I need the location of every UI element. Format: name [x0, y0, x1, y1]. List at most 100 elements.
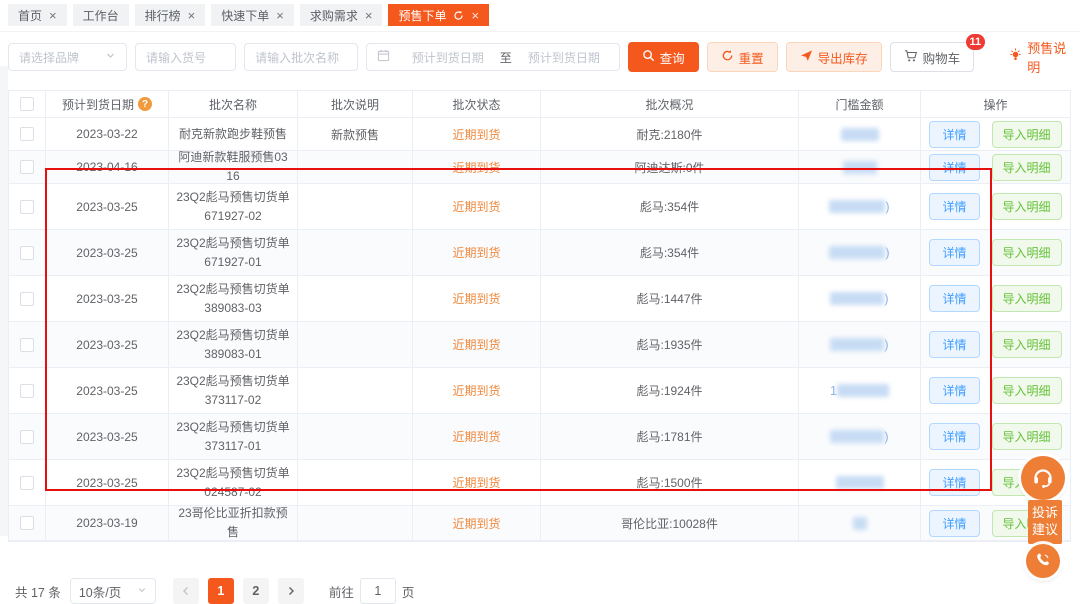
date-range-input[interactable]: 预计到货日期 至 预计到货日期	[366, 43, 620, 71]
import-detail-button[interactable]: 导入明细	[992, 239, 1062, 266]
import-detail-button[interactable]: 导入明细	[992, 331, 1062, 358]
search-button[interactable]: 查询	[628, 42, 699, 72]
row-checkbox-cell	[9, 230, 46, 275]
import-detail-button[interactable]: 导入明细	[992, 193, 1062, 220]
cell-batch-overview: 彪马:1500件	[541, 460, 799, 505]
complaint-suggestion-label: 投诉建议	[1032, 505, 1058, 539]
import-detail-button[interactable]: 导入明细	[992, 121, 1062, 148]
page-number-button[interactable]: 1	[208, 578, 234, 604]
cell-threshold	[799, 460, 921, 505]
date-start-placeholder: 预计到货日期	[412, 49, 484, 66]
row-checkbox[interactable]	[20, 292, 34, 306]
threshold-redacted-value	[830, 338, 884, 351]
presale-help-label: 预售说明	[1027, 38, 1072, 76]
tab-item[interactable]: 快速下单×	[211, 4, 294, 26]
column-header-batch-desc: 批次说明	[298, 91, 413, 117]
select-all-checkbox[interactable]	[20, 97, 34, 111]
cart-button[interactable]: 购物车 11	[890, 42, 975, 72]
header-checkbox-cell	[9, 91, 46, 117]
cell-batch-name: 耐克新款跑步鞋预售	[169, 118, 298, 150]
cell-batch-overview: 阿迪达斯:0件	[541, 151, 799, 183]
tab-close-icon[interactable]: ×	[471, 9, 479, 22]
search-button-label: 查询	[660, 48, 685, 67]
detail-button[interactable]: 详情	[929, 239, 979, 266]
row-checkbox[interactable]	[20, 384, 34, 398]
detail-button[interactable]: 详情	[929, 331, 979, 358]
complaint-suggestion-button[interactable]: 投诉建议	[1028, 500, 1062, 544]
tab-item[interactable]: 排行榜 ×	[135, 4, 206, 26]
page-size-select[interactable]: 10条/页	[70, 578, 156, 604]
reset-button[interactable]: 重置	[707, 42, 778, 72]
cell-batch-status: 近期到货	[413, 230, 541, 275]
cell-actions: 详情导入明细	[921, 230, 1070, 275]
help-question-icon[interactable]: ?	[138, 97, 152, 111]
table-header-row: 预计到货日期 ? 批次名称 批次说明 批次状态 批次概况 门槛金额 操作	[9, 91, 1070, 118]
chevron-down-icon	[137, 584, 147, 598]
cell-threshold	[799, 506, 921, 540]
export-inventory-button[interactable]: 导出库存	[786, 42, 882, 72]
row-checkbox-cell	[9, 118, 46, 150]
phone-contact-float-button[interactable]	[1026, 544, 1060, 578]
refresh-icon	[721, 49, 734, 65]
batch-name-input[interactable]: 请输入批次名称	[244, 43, 358, 71]
cell-batch-overview: 彪马:354件	[541, 230, 799, 275]
tab-close-icon[interactable]: ×	[49, 9, 57, 22]
tab-close-icon[interactable]: ×	[276, 9, 284, 22]
import-detail-button[interactable]: 导入明细	[992, 154, 1062, 181]
cell-batch-status: 近期到货	[413, 506, 541, 540]
column-header-date-label: 预计到货日期	[62, 96, 134, 113]
row-checkbox[interactable]	[20, 476, 34, 490]
detail-button[interactable]: 详情	[929, 469, 979, 496]
prev-page-button[interactable]	[173, 578, 199, 604]
row-checkbox[interactable]	[20, 127, 34, 141]
detail-button[interactable]: 详情	[929, 377, 979, 404]
page-number-button[interactable]: 2	[243, 578, 269, 604]
presale-table: 预计到货日期 ? 批次名称 批次说明 批次状态 批次概况 门槛金额 操作 202…	[8, 90, 1071, 542]
tab-close-icon[interactable]: ×	[188, 9, 196, 22]
cell-actions: 详情导入明细	[921, 151, 1070, 183]
tab-item[interactable]: 求购需求 ×	[300, 4, 383, 26]
cell-batch-desc	[298, 276, 413, 321]
detail-button[interactable]: 详情	[929, 510, 979, 537]
goto-label: 前往	[329, 582, 354, 601]
tab-active[interactable]: 预售下单×	[388, 4, 489, 26]
detail-button[interactable]: 详情	[929, 423, 979, 450]
cell-batch-status: 近期到货	[413, 118, 541, 150]
brand-select[interactable]: 请选择品牌	[8, 43, 127, 71]
row-checkbox[interactable]	[20, 200, 34, 214]
import-detail-button[interactable]: 导入明细	[992, 285, 1062, 312]
import-detail-button[interactable]: 导入明细	[992, 377, 1062, 404]
presale-help-link[interactable]: 预售说明	[1008, 38, 1072, 76]
next-page-button[interactable]	[278, 578, 304, 604]
tab-close-icon[interactable]: ×	[365, 9, 373, 22]
import-detail-button[interactable]: 导入明细	[992, 423, 1062, 450]
table-row: 2023-03-2523Q2彪马预售切货单671927-01近期到货彪马:354…	[9, 230, 1070, 276]
tab-refresh-icon[interactable]	[453, 10, 464, 21]
calendar-icon	[377, 49, 390, 65]
detail-button[interactable]: 详情	[929, 154, 979, 181]
row-checkbox[interactable]	[20, 338, 34, 352]
phone-icon	[1034, 551, 1052, 572]
customer-service-float-button[interactable]	[1021, 456, 1065, 500]
cell-actions: 详情导入明细	[921, 184, 1070, 229]
threshold-redacted-value	[841, 128, 879, 141]
row-checkbox[interactable]	[20, 160, 34, 174]
cell-batch-overview: 彪马:1447件	[541, 276, 799, 321]
table-body: 2023-03-22耐克新款跑步鞋预售新款预售近期到货耐克:2180件详情导入明…	[9, 118, 1070, 541]
item-no-placeholder: 请输入货号	[146, 49, 206, 66]
tab-item[interactable]: 首页×	[8, 4, 67, 26]
cell-threshold	[799, 151, 921, 183]
detail-button[interactable]: 详情	[929, 121, 979, 148]
table-row: 2023-03-2523Q2彪马预售切货单373117-02近期到货彪马:192…	[9, 368, 1070, 414]
cell-actions: 详情导入明细	[921, 276, 1070, 321]
tab-label: 排行榜	[145, 7, 181, 24]
row-checkbox[interactable]	[20, 430, 34, 444]
row-checkbox[interactable]	[20, 516, 34, 530]
item-no-input[interactable]: 请输入货号	[135, 43, 236, 71]
detail-button[interactable]: 详情	[929, 285, 979, 312]
goto-page-input[interactable]	[360, 578, 396, 604]
row-checkbox[interactable]	[20, 246, 34, 260]
tab-item[interactable]: 工作台	[73, 4, 129, 26]
detail-button[interactable]: 详情	[929, 193, 979, 220]
tab-label: 求购需求	[310, 7, 358, 24]
